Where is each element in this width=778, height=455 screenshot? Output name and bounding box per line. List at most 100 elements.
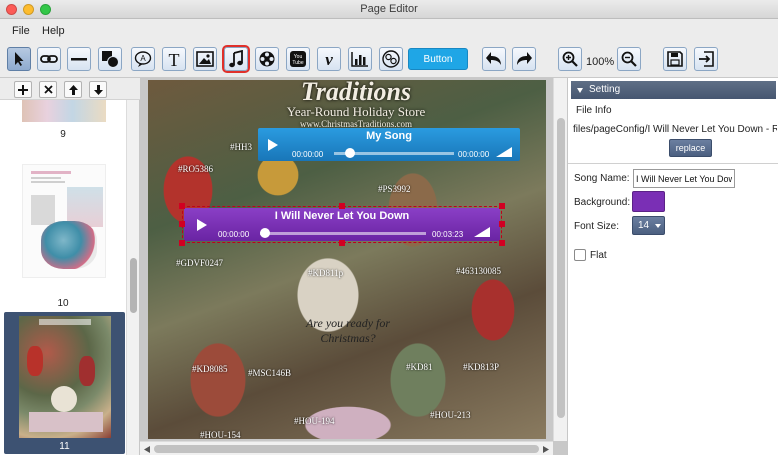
flat-label: Flat [590, 250, 607, 261]
delete-page-button[interactable] [39, 81, 57, 98]
scrollbar-thumb[interactable] [130, 258, 137, 313]
product-label: #HOU-213 [430, 410, 471, 420]
youtube-tool-button[interactable]: You Tube [286, 47, 310, 71]
minimize-window-button[interactable] [23, 4, 34, 15]
collapse-triangle-icon [577, 88, 583, 93]
product-label: #PS3992 [378, 184, 411, 194]
resize-handle[interactable] [499, 221, 505, 227]
thumbnail-scrollbar[interactable] [126, 100, 139, 455]
resize-handle[interactable] [179, 240, 185, 246]
setting-header[interactable]: Setting [571, 81, 776, 99]
scroll-right-icon[interactable] [543, 446, 549, 453]
music-note-icon [229, 50, 243, 68]
page-thumbnail-11[interactable]: 11 [4, 312, 125, 454]
line-icon [71, 58, 87, 61]
scroll-left-icon[interactable] [144, 446, 150, 453]
undo-button[interactable] [482, 47, 506, 71]
page-thumbnail-9[interactable]: 9 [0, 100, 126, 144]
resize-handle[interactable] [499, 203, 505, 209]
thumbnail-image [22, 164, 106, 278]
menu-help[interactable]: Help [42, 25, 65, 37]
youtube-icon: YouTube [290, 51, 306, 67]
scrollbar-thumb[interactable] [154, 445, 539, 453]
callout-tool-button[interactable]: A [131, 47, 155, 71]
text-tool-button[interactable]: T [162, 47, 186, 71]
link-tool-button[interactable] [37, 47, 61, 71]
add-page-button[interactable] [14, 81, 32, 98]
save-button[interactable] [663, 47, 687, 71]
vimeo-tool-button[interactable]: v [317, 47, 341, 71]
resize-handle[interactable] [179, 203, 185, 209]
setting-title: Setting [589, 84, 621, 95]
select-tool-button[interactable] [7, 47, 31, 71]
canvas-horizontal-scrollbar[interactable] [140, 441, 553, 455]
song-name-input[interactable] [633, 169, 735, 188]
file-path: files/pageConfig/I Will Never Let You Do… [573, 124, 777, 135]
zoom-out-button[interactable] [617, 47, 641, 71]
tagline-line-1: Are you ready for [305, 316, 391, 330]
text-t-icon: T [169, 50, 180, 68]
canvas-area: Traditions Year-Round Holiday Store www.… [140, 78, 567, 455]
background-color-swatch[interactable] [632, 191, 665, 212]
close-window-button[interactable] [6, 4, 17, 15]
redo-button[interactable] [512, 47, 536, 71]
audio-player-my-song[interactable]: My Song 00:00:00 00:00:00 [258, 128, 520, 161]
zoom-in-icon [562, 51, 578, 67]
player-title: My Song [366, 130, 412, 142]
chart-tool-button[interactable] [348, 47, 372, 71]
arrow-up-icon [68, 84, 78, 95]
selection-outline [182, 206, 502, 243]
song-name-label: Song Name: [574, 173, 630, 184]
play-icon[interactable] [267, 138, 279, 152]
replace-button[interactable]: replace [669, 139, 712, 157]
resize-handle[interactable] [339, 240, 345, 246]
shape-tool-button[interactable] [98, 47, 122, 71]
header-title: Traditions [300, 80, 412, 106]
vimeo-icon: v [325, 51, 333, 67]
zoom-in-button[interactable] [558, 47, 582, 71]
file-info-label: File Info [576, 105, 612, 116]
page-canvas[interactable]: Traditions Year-Round Holiday Store www.… [148, 80, 546, 439]
resize-handle[interactable] [179, 221, 185, 227]
redo-arrow-icon [517, 52, 532, 65]
zoom-window-button[interactable] [40, 4, 51, 15]
canvas-vertical-scrollbar[interactable] [553, 78, 567, 441]
product-label: #HOU-154 [200, 430, 241, 439]
zoom-out-icon [621, 51, 637, 67]
resize-handle[interactable] [499, 240, 505, 246]
move-page-down-button[interactable] [89, 81, 107, 98]
cursor-arrow-icon [15, 52, 24, 66]
chevron-down-icon [655, 224, 661, 228]
film-reel-icon [259, 51, 275, 67]
image-tool-button[interactable] [193, 47, 217, 71]
font-size-label: Font Size: [574, 221, 620, 232]
audio-tool-button[interactable] [222, 45, 250, 73]
progress-knob[interactable] [345, 148, 355, 158]
svg-text:v: v [325, 51, 333, 67]
floppy-disk-icon [667, 51, 683, 67]
window-title: Page Editor [360, 3, 418, 15]
product-label: #KD813P [463, 362, 500, 372]
flat-checkbox[interactable] [574, 249, 586, 261]
resize-handle[interactable] [339, 203, 345, 209]
flash-tool-button[interactable] [379, 47, 403, 71]
product-label: #HOU-194 [294, 416, 335, 426]
line-tool-button[interactable] [67, 47, 91, 71]
scrollbar-thumb[interactable] [557, 118, 565, 418]
move-page-up-button[interactable] [64, 81, 82, 98]
svg-text:T: T [169, 50, 180, 68]
volume-icon[interactable] [496, 147, 512, 157]
product-label: #RO5386 [178, 164, 214, 174]
header-subtitle: Year-Round Holiday Store [286, 104, 426, 119]
undo-arrow-icon [486, 52, 501, 65]
page-thumbnail-10[interactable]: 10 [0, 158, 126, 310]
exit-button[interactable] [694, 47, 718, 71]
button-tool-button[interactable]: Button [408, 48, 468, 70]
exit-arrow-icon [699, 51, 714, 67]
menu-file[interactable]: File [12, 25, 30, 37]
shapes-icon [102, 51, 119, 68]
duration: 00:00:00 [458, 150, 490, 159]
font-size-select[interactable]: 14 [632, 216, 665, 235]
video-tool-button[interactable] [255, 47, 279, 71]
zoom-level: 100% [586, 56, 615, 68]
